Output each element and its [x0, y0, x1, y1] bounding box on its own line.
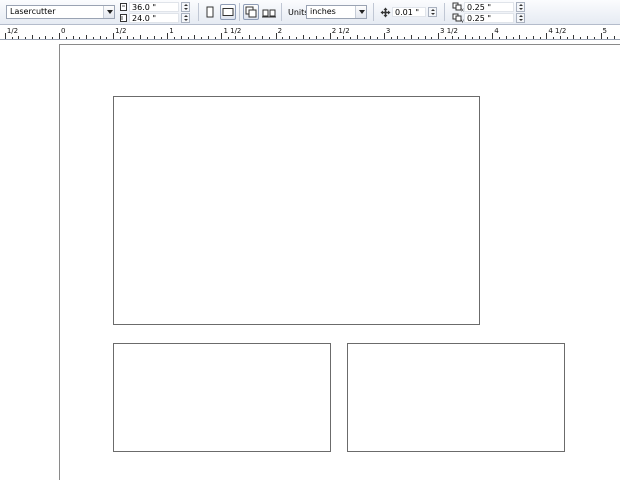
duplicate-x-field[interactable]: 0.25 " — [464, 2, 514, 12]
duplicate-y-spinner[interactable] — [516, 13, 525, 23]
page-width-value: 36.0 " — [132, 3, 157, 12]
bottom-right-rectangle[interactable] — [347, 343, 565, 452]
page-height-field[interactable]: 24.0 " — [129, 13, 179, 23]
landscape-button[interactable] — [220, 4, 236, 20]
duplicate-x-value: 0.25 " — [467, 3, 492, 12]
all-pages-button[interactable] — [243, 4, 259, 20]
ruler-label: 1/2 — [115, 27, 126, 35]
duplicate-y-value: 0.25 " — [467, 14, 492, 23]
toolbar-separator — [444, 3, 445, 21]
nudge-value: 0.01 " — [395, 8, 420, 17]
ruler-label: 2 1/2 — [332, 27, 350, 35]
bottom-left-rectangle[interactable] — [113, 343, 331, 452]
page-width-icon — [120, 3, 127, 11]
nudge-field[interactable]: 0.01 " — [392, 7, 426, 17]
duplicate-x-icon: x — [452, 2, 464, 12]
ruler-label: 1 — [169, 27, 173, 35]
portrait-button[interactable] — [202, 4, 218, 20]
current-page-button[interactable] — [261, 4, 277, 20]
chevron-down-icon[interactable] — [355, 6, 366, 18]
page-preset-value: Lasercutter — [10, 7, 56, 16]
all-pages-icon — [245, 6, 257, 18]
duplicate-x-spinner[interactable] — [516, 2, 525, 12]
toolbar-separator — [198, 3, 199, 21]
ruler-ticks: 1/2 0 1/2 1 1 1/2 2 2 1/2 3 3 1/2 4 4 1/2 5 — [5, 27, 615, 39]
ruler-label: 3 — [386, 27, 390, 35]
page-border-top — [59, 44, 620, 45]
units-value: inches — [310, 7, 336, 16]
units-dropdown[interactable]: inches — [306, 5, 367, 19]
toolbar-separator — [281, 3, 282, 21]
large-rectangle[interactable] — [113, 96, 480, 325]
ruler-label: 1/2 — [7, 27, 18, 35]
page-width-spinner[interactable] — [181, 2, 190, 12]
ruler-label: 3 1/2 — [440, 27, 458, 35]
ruler-label: 5 — [603, 27, 607, 35]
ruler-label: 4 1/2 — [548, 27, 566, 35]
ruler-label: 2 — [278, 27, 282, 35]
duplicate-y-field[interactable]: 0.25 " — [464, 13, 514, 23]
drawing-canvas[interactable] — [0, 41, 620, 480]
chevron-down-icon[interactable] — [103, 6, 114, 18]
page-border-left — [59, 44, 60, 480]
page-width-field[interactable]: 36.0 " — [129, 2, 179, 12]
ruler-label: 4 — [494, 27, 499, 35]
toolbar-separator — [239, 3, 240, 21]
page-height-spinner[interactable] — [181, 13, 190, 23]
portrait-icon — [206, 6, 214, 18]
property-bar: Lasercutter 36.0 " 24.0 " Units: inches … — [0, 0, 620, 25]
toolbar-separator — [373, 3, 374, 21]
landscape-icon — [222, 8, 234, 16]
ruler-label: 0 — [61, 27, 65, 35]
page-height-icon — [120, 14, 127, 22]
ruler-label: 1 1/2 — [223, 27, 241, 35]
nudge-move-icon — [380, 7, 391, 18]
nudge-spinner[interactable] — [428, 7, 437, 17]
page-height-value: 24.0 " — [132, 14, 157, 23]
page-preset-dropdown[interactable]: Lasercutter — [6, 5, 115, 19]
current-page-icon — [262, 9, 276, 18]
duplicate-y-icon: y — [452, 13, 464, 23]
horizontal-ruler[interactable]: 1/2 0 1/2 1 1 1/2 2 2 1/2 3 3 1/2 4 4 1/2 5 — [0, 25, 620, 40]
